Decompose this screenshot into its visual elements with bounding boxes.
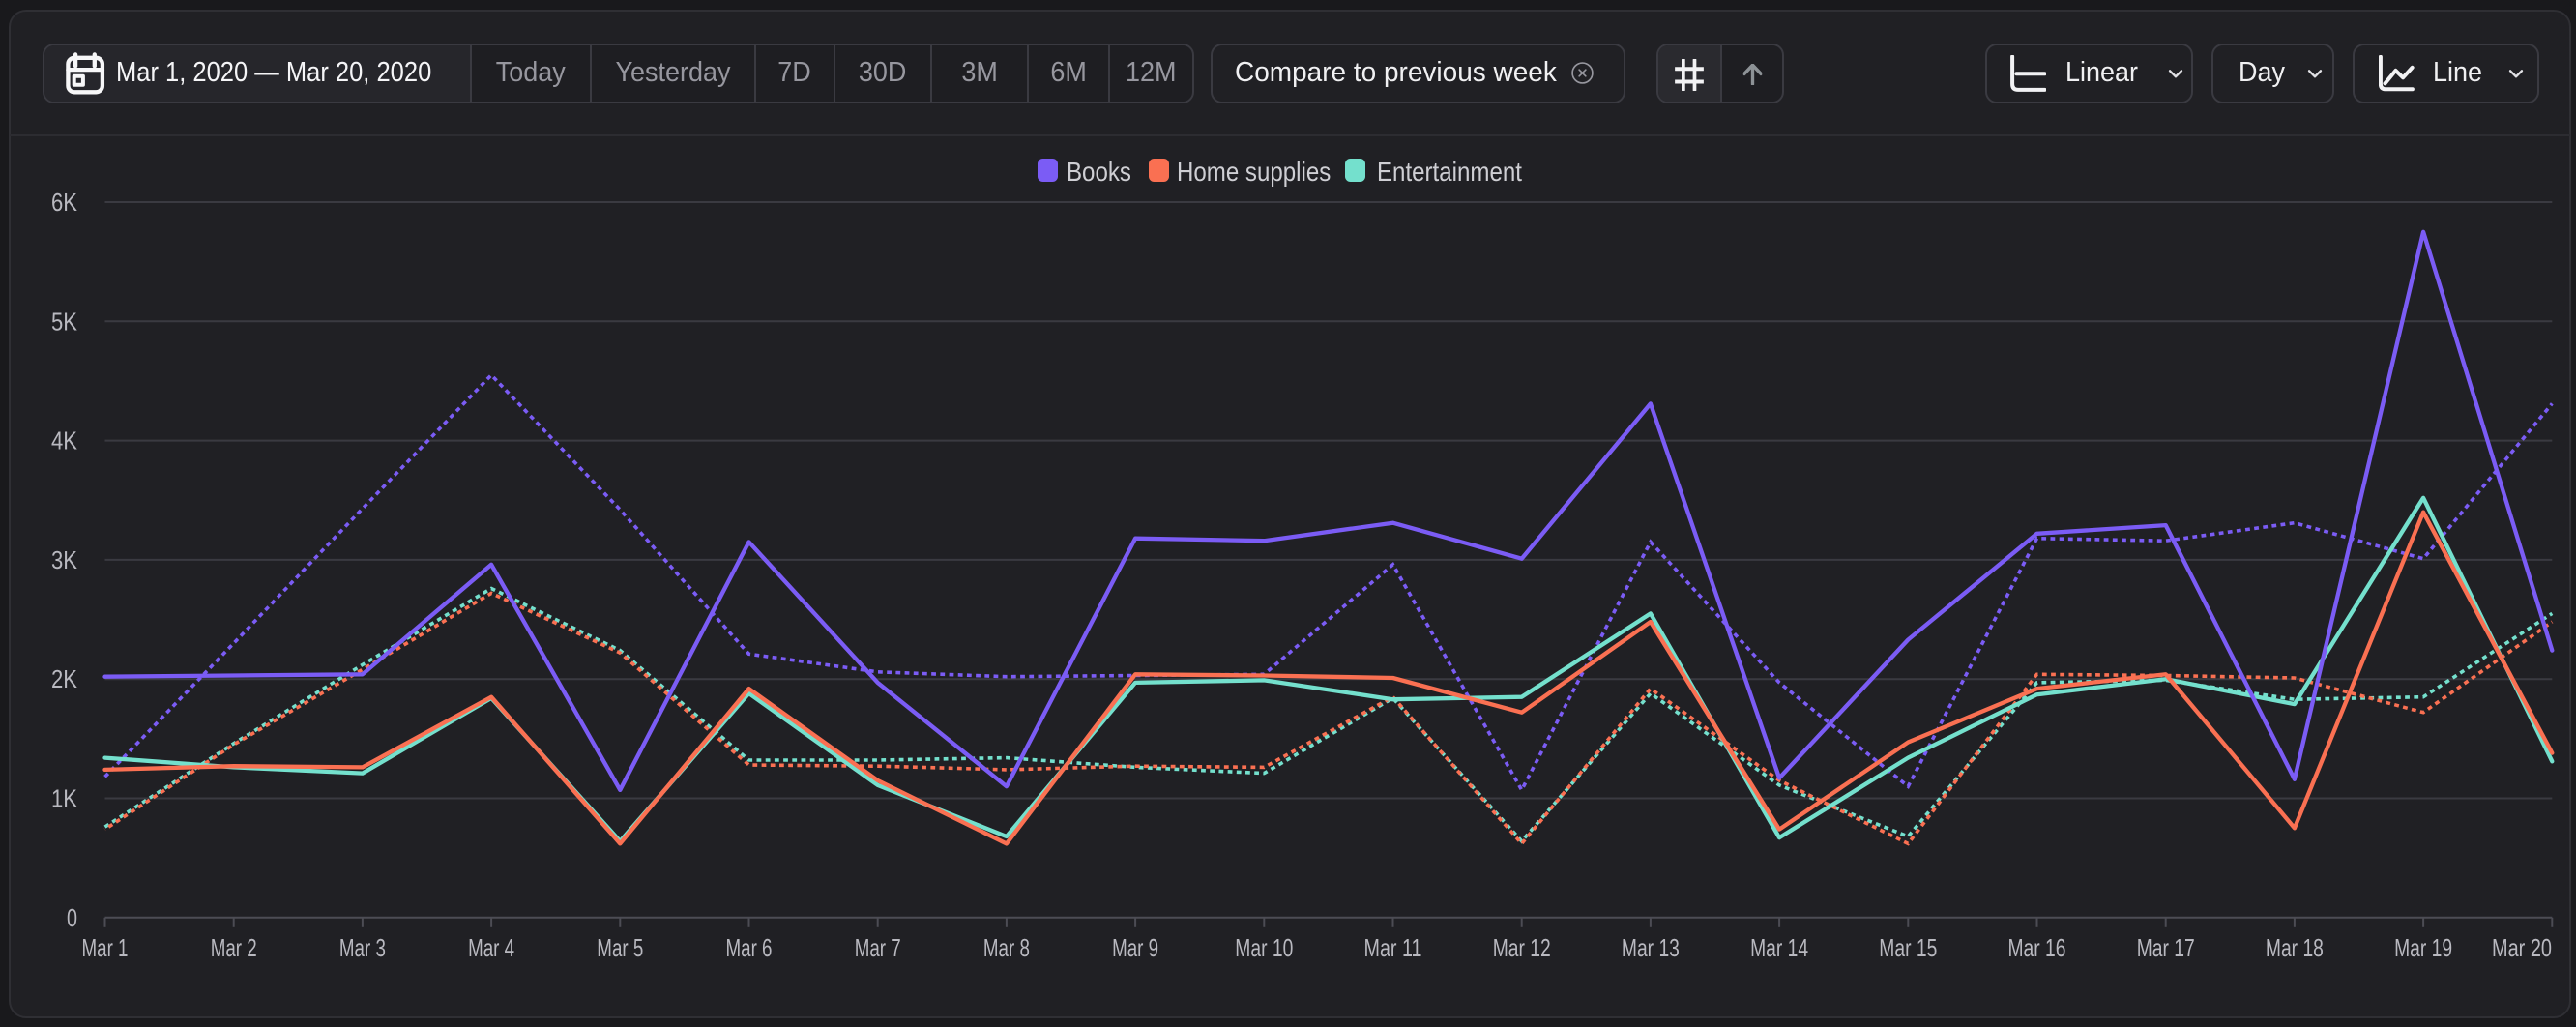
svg-text:Mar 2: Mar 2 <box>211 933 257 962</box>
svg-text:Mar 18: Mar 18 <box>2266 933 2324 962</box>
svg-text:Mar 5: Mar 5 <box>597 933 643 962</box>
svg-text:3K: 3K <box>51 545 78 574</box>
svg-text:Mar 10: Mar 10 <box>1235 933 1293 962</box>
svg-text:Mar 11: Mar 11 <box>1364 933 1422 962</box>
svg-text:Mar 6: Mar 6 <box>726 933 773 962</box>
svg-text:Mar 15: Mar 15 <box>1879 933 1937 962</box>
svg-text:Mar 17: Mar 17 <box>2137 933 2195 962</box>
svg-text:Mar 8: Mar 8 <box>983 933 1030 962</box>
svg-text:6K: 6K <box>51 188 78 217</box>
svg-text:Mar 4: Mar 4 <box>468 933 514 962</box>
svg-text:Mar 16: Mar 16 <box>2008 933 2066 962</box>
svg-text:Mar 20: Mar 20 <box>2492 933 2552 962</box>
svg-text:Mar 9: Mar 9 <box>1112 933 1158 962</box>
svg-text:Mar 7: Mar 7 <box>855 933 901 962</box>
svg-text:1K: 1K <box>51 784 78 813</box>
svg-text:5K: 5K <box>51 307 78 336</box>
svg-text:Mar 1: Mar 1 <box>82 933 129 962</box>
svg-text:Mar 13: Mar 13 <box>1622 933 1680 962</box>
svg-text:Mar 3: Mar 3 <box>339 933 386 962</box>
svg-text:Mar 19: Mar 19 <box>2394 933 2452 962</box>
svg-text:Mar 14: Mar 14 <box>1750 933 1808 962</box>
svg-text:2K: 2K <box>51 664 78 693</box>
svg-text:Mar 12: Mar 12 <box>1493 933 1551 962</box>
svg-text:0: 0 <box>67 903 77 932</box>
svg-text:4K: 4K <box>51 426 78 455</box>
